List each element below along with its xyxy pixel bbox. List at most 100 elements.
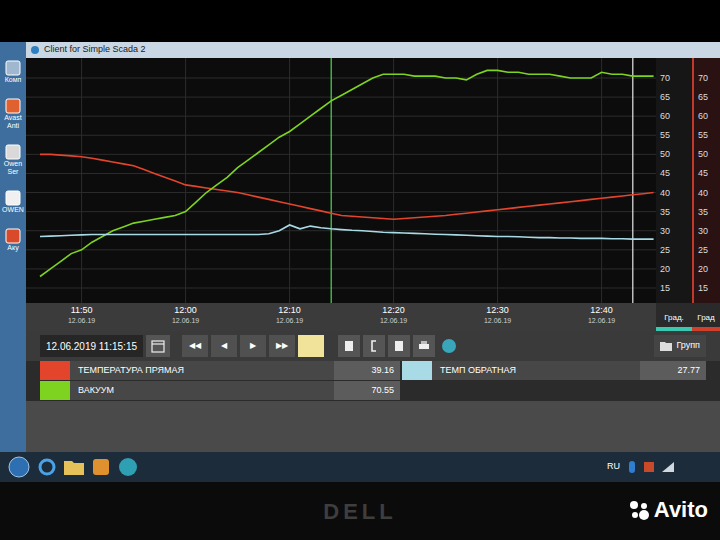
share-icon <box>118 457 138 477</box>
y-tick: 70 <box>698 72 708 84</box>
cursor-line <box>331 58 332 303</box>
datetime-field[interactable]: 12.06.2019 11:15:15 <box>40 335 143 357</box>
shortcut-icon <box>5 228 21 244</box>
y-tick: 15 <box>660 282 670 294</box>
bluetooth-icon <box>628 461 636 473</box>
desktop-icon-label: Owen Ser <box>1 160 25 176</box>
legend-name: ВАКУУМ <box>78 384 114 398</box>
legend-item: ТЕМПЕРАТУРА ПРЯМАЯ 39.16 <box>40 361 400 381</box>
folder-icon <box>64 459 84 475</box>
taskbar: RU <box>0 452 720 482</box>
tray-icon <box>644 462 654 472</box>
media-icon <box>92 458 110 476</box>
legend-swatch <box>402 361 432 380</box>
x-tick-date: 12.06.19 <box>588 316 615 325</box>
y-tick: 30 <box>660 225 670 237</box>
group-button[interactable]: Групп <box>654 335 706 357</box>
x-axis: 11:5012.06.1912:0012.06.1912:1012.06.191… <box>26 303 720 331</box>
network-icon <box>662 462 674 472</box>
x-tick-time: 11:50 <box>71 305 93 316</box>
live-button[interactable] <box>298 335 324 357</box>
grid-line <box>26 97 656 98</box>
desktop-icon[interactable]: Аку <box>1 228 25 252</box>
desktop-icon-label: Avast Anti <box>1 114 25 130</box>
globe-icon <box>441 338 457 354</box>
tool-button[interactable] <box>413 335 435 357</box>
desktop-icon-label: Аку <box>1 244 25 252</box>
y-tick: 60 <box>698 110 708 122</box>
y-tick: 65 <box>698 91 708 103</box>
legend-label: ТЕМПЕРАТУРА ПРЯМАЯ <box>70 361 334 380</box>
unit-label: Град <box>692 303 720 331</box>
legend-value: 70.55 <box>334 381 400 400</box>
y-tick: 50 <box>660 148 670 160</box>
y-tick: 15 <box>698 282 708 294</box>
grid-line <box>393 58 394 303</box>
doc-icon <box>343 340 355 352</box>
language-indicator[interactable]: RU <box>607 460 620 474</box>
tool-button[interactable] <box>363 335 385 357</box>
x-tick-date: 12.06.19 <box>68 316 95 325</box>
desktop-icon[interactable]: Owen Ser <box>1 144 25 176</box>
calendar-button[interactable] <box>146 335 170 357</box>
unit-text: Град. <box>664 312 684 324</box>
tool-button[interactable] <box>388 335 410 357</box>
desktop-icon-label: Комп <box>1 76 25 84</box>
print-icon <box>418 340 430 352</box>
window-title: Client for Simple Scada 2 <box>44 43 146 57</box>
x-ticks: 11:5012.06.1912:0012.06.1912:1012.06.191… <box>26 303 656 331</box>
y-tick: 55 <box>660 129 670 141</box>
x-tick-date: 12.06.19 <box>172 316 199 325</box>
nav-button[interactable]: ◀ <box>211 335 237 357</box>
grid-line <box>601 58 602 303</box>
legend-swatch <box>40 381 70 400</box>
grid-line <box>26 268 656 269</box>
x-tick-date: 12.06.19 <box>276 316 303 325</box>
legend-value: 27.77 <box>640 361 706 380</box>
desktop-icon[interactable]: Комп <box>1 60 25 84</box>
nav-button-glyph: ▶ <box>250 340 256 352</box>
x-tick: 12:1012.06.19 <box>268 305 312 325</box>
y-tick: 55 <box>698 129 708 141</box>
nav-button[interactable]: ▶ <box>240 335 266 357</box>
y-tick: 50 <box>698 148 708 160</box>
share-button[interactable] <box>438 335 460 357</box>
toolbar: 12.06.2019 11:15:15◀◀◀▶▶▶Групп <box>26 331 720 361</box>
legend-value: 39.16 <box>334 361 400 380</box>
window-body <box>26 401 720 452</box>
nav-button-glyph: ◀ <box>221 340 227 352</box>
legend-name: ТЕМПЕРАТУРА ПРЯМАЯ <box>78 364 184 378</box>
top-bezel <box>0 0 720 42</box>
x-tick-date: 12.06.19 <box>484 316 511 325</box>
y-tick: 35 <box>660 206 670 218</box>
grid-line <box>26 249 656 250</box>
bottom-bezel: DELLAvito <box>0 482 720 540</box>
grid-line <box>289 58 290 303</box>
grid-line <box>26 116 656 117</box>
nav-button[interactable]: ◀◀ <box>182 335 208 357</box>
legend-item: ВАКУУМ 70.55 <box>40 381 400 401</box>
nav-button[interactable]: ▶▶ <box>269 335 295 357</box>
book-icon <box>393 340 405 352</box>
y-tick: 65 <box>660 91 670 103</box>
desktop-icon[interactable]: OWEN <box>1 190 25 214</box>
y-tick: 40 <box>698 187 708 199</box>
grid-line <box>26 230 656 231</box>
scada-window: Client for Simple Scada 2 70 65 60 55 50 45 40 3… <box>26 42 720 452</box>
legend-reading: 39.16 <box>371 364 394 378</box>
y-tick: 40 <box>660 187 670 199</box>
desktop: КомпAvast AntiOwen SerOWENАкуClient for … <box>0 42 720 452</box>
y-tick: 45 <box>698 167 708 179</box>
y-tick: 70 <box>660 72 670 84</box>
y-tick: 60 <box>660 110 670 122</box>
desktop-icon[interactable]: Avast Anti <box>1 98 25 130</box>
start-icon <box>8 456 30 478</box>
plot-area <box>26 58 656 303</box>
tool-button[interactable] <box>338 335 360 357</box>
y-axis: 706560555045403530252015 <box>656 58 692 303</box>
series-line <box>40 154 654 219</box>
browser-icon <box>38 458 56 476</box>
legend-label: ТЕМП ОБРАТНАЯ <box>432 361 640 380</box>
legend-name: ТЕМП ОБРАТНАЯ <box>440 364 516 378</box>
y-axis-right: 706560555045403530252015 <box>692 58 720 303</box>
